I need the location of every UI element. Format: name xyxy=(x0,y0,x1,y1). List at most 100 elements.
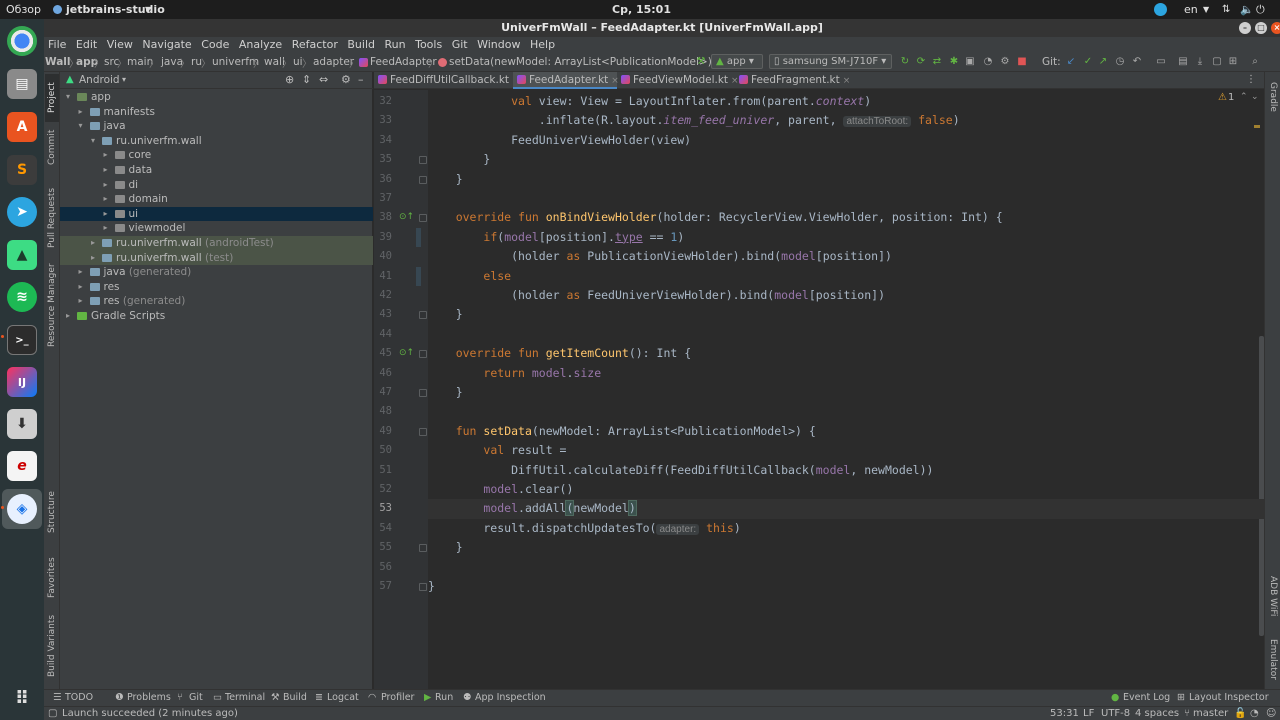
notifications-icon[interactable]: ☺ xyxy=(1266,708,1276,719)
tab-resource-manager[interactable]: Resource Manager xyxy=(45,263,59,347)
status-message[interactable]: Launch succeeded (2 minutes ago) xyxy=(62,708,238,719)
tab-favorites[interactable]: Favorites xyxy=(45,550,59,605)
tool-app-inspection[interactable]: App Inspection xyxy=(475,692,546,703)
expand-arrow-icon[interactable]: ▸ xyxy=(104,163,112,178)
tab-structure[interactable]: Structure xyxy=(45,482,59,542)
select-opened-file-icon[interactable]: ⊕ xyxy=(285,73,294,86)
warning-count[interactable]: 1 xyxy=(1228,92,1234,103)
expand-arrow-icon[interactable]: ▸ xyxy=(104,178,112,193)
fold-marker[interactable] xyxy=(419,389,427,397)
minimize-button[interactable]: – xyxy=(1239,22,1251,34)
tree-java[interactable]: ▾ java xyxy=(60,119,373,134)
tree-di[interactable]: ▸ di xyxy=(60,178,373,193)
tree-manifests[interactable]: ▸ manifests xyxy=(60,105,373,120)
menu-analyze[interactable]: Analyze xyxy=(239,37,282,52)
menu-window[interactable]: Window xyxy=(477,37,520,52)
tree-package[interactable]: ▾ ru.univerfm.wall xyxy=(60,134,373,149)
indent-setting[interactable]: 4 spaces xyxy=(1135,708,1179,719)
tree-core[interactable]: ▸ core xyxy=(60,148,373,163)
git-history-icon[interactable]: ◷ xyxy=(1114,56,1126,68)
expand-arrow-icon[interactable]: ▸ xyxy=(66,309,74,324)
tool-problems[interactable]: Problems xyxy=(127,692,171,703)
profile-icon[interactable]: ◔ xyxy=(982,56,994,68)
expand-arrow-icon[interactable]: ▸ xyxy=(104,148,112,163)
tool-logcat[interactable]: Logcat xyxy=(327,692,359,703)
files-icon[interactable]: ▤ xyxy=(7,69,37,99)
hammer-icon[interactable]: ⚒ xyxy=(695,56,707,68)
run-config-select[interactable]: ▲ app ▾ xyxy=(711,54,763,69)
menu-git[interactable]: Git xyxy=(452,37,468,52)
git-push-icon[interactable]: ↗ xyxy=(1097,56,1109,68)
breadcrumb-project[interactable]: Wall xyxy=(45,56,71,68)
memory-indicator-icon[interactable]: ◔ xyxy=(1250,708,1259,719)
expand-arrow-icon[interactable]: ▸ xyxy=(79,280,87,295)
tree-java-generated[interactable]: ▸ java (generated) xyxy=(60,265,373,280)
tab-pull-requests[interactable]: Pull Requests xyxy=(45,180,59,255)
menu-navigate[interactable]: Navigate xyxy=(142,37,191,52)
tab-build-variants[interactable]: Build Variants xyxy=(45,615,59,677)
expand-arrow-icon[interactable]: ▸ xyxy=(91,251,99,266)
collapse-arrow-icon[interactable]: ▾ xyxy=(91,134,99,149)
tree-package-android-test[interactable]: ▸ ru.univerfm.wall (androidTest) xyxy=(60,236,373,251)
file-encoding[interactable]: UTF-8 xyxy=(1101,708,1130,719)
menu-refactor[interactable]: Refactor xyxy=(292,37,338,52)
menu-help[interactable]: Help xyxy=(530,37,555,52)
project-view-select[interactable]: Android xyxy=(79,74,120,86)
fold-marker[interactable] xyxy=(419,350,427,359)
expand-arrow-icon[interactable]: ▸ xyxy=(91,236,99,251)
collapse-arrow-icon[interactable]: ▾ xyxy=(79,119,87,134)
search-everywhere-icon[interactable]: ⌕ xyxy=(1249,56,1261,68)
collapse-arrow-icon[interactable]: ▾ xyxy=(66,90,74,105)
fold-marker[interactable] xyxy=(419,544,427,553)
menu-edit[interactable]: Edit xyxy=(76,37,97,52)
text-editor-icon[interactable]: e xyxy=(7,451,37,481)
spotify-icon[interactable]: ≋ xyxy=(7,282,37,312)
settings-icon[interactable]: ▭ xyxy=(1155,56,1167,68)
tab-commit[interactable]: Commit xyxy=(45,125,59,170)
git-commit-icon[interactable]: ✓ xyxy=(1082,56,1094,68)
panel-settings-icon[interactable]: ⚙ xyxy=(341,73,351,86)
expand-arrow-icon[interactable]: ▸ xyxy=(104,192,112,207)
clock[interactable]: Ср, 15:01 xyxy=(612,3,671,16)
fold-marker[interactable] xyxy=(419,175,427,184)
sdk-manager-icon[interactable]: ⤓ xyxy=(1194,56,1206,68)
network-icon[interactable]: ⇅ xyxy=(1222,4,1230,15)
tool-profiler[interactable]: Profiler xyxy=(381,692,414,703)
tree-res-generated[interactable]: ▸ res (generated) xyxy=(60,294,373,309)
view-select-chevron-icon[interactable]: ▾ xyxy=(122,75,126,84)
terminal-icon[interactable]: >_ xyxy=(7,325,37,355)
override-icon[interactable]: ⊙↑ xyxy=(399,348,414,358)
software-center-icon[interactable]: A xyxy=(7,112,37,142)
override-icon[interactable]: ⊙↑ xyxy=(399,212,414,222)
tool-terminal[interactable]: Terminal xyxy=(225,692,265,703)
warning-icon[interactable]: ⚠ xyxy=(1218,92,1227,103)
stop-icon[interactable]: ■ xyxy=(1016,56,1028,68)
fold-marker[interactable] xyxy=(419,427,427,436)
device-select[interactable]: ▯ samsung SM-J710F ▾ xyxy=(769,54,892,69)
expand-arrow-icon[interactable]: ▸ xyxy=(104,221,112,236)
fold-marker[interactable] xyxy=(419,156,427,165)
tab-gradle[interactable]: Gradle xyxy=(1266,76,1280,118)
tab-emulator[interactable]: Emulator xyxy=(1266,634,1280,684)
menu-view[interactable]: View xyxy=(107,37,133,52)
prev-warning-icon[interactable]: ⌃ xyxy=(1240,92,1248,102)
attach-debugger-icon[interactable]: ⚙ xyxy=(999,56,1011,68)
rerun-icon[interactable]: ↻ xyxy=(899,56,911,68)
maximize-button[interactable]: □ xyxy=(1255,22,1267,34)
hide-panel-icon[interactable]: – xyxy=(358,73,364,86)
power-icon[interactable]: ⏻ xyxy=(1256,3,1265,17)
installer-icon[interactable]: ⬇ xyxy=(7,409,37,439)
tool-run[interactable]: Run xyxy=(435,692,453,703)
volume-icon[interactable]: 🔈 xyxy=(1240,3,1254,16)
tool-layout-inspector[interactable]: Layout Inspector xyxy=(1189,692,1269,703)
tab-feed-adapter[interactable]: FeedAdapter.kt × xyxy=(513,72,619,89)
fold-marker[interactable] xyxy=(419,214,427,223)
android-studio-icon[interactable]: ◈ xyxy=(7,494,37,524)
tree-gradle-scripts[interactable]: ▸ Gradle Scripts xyxy=(60,309,373,324)
avd-manager-icon[interactable]: ▤ xyxy=(1177,56,1189,68)
fold-marker[interactable] xyxy=(419,311,427,320)
git-branch[interactable]: master xyxy=(1193,708,1228,719)
tab-adb-wifi[interactable]: ADB WiFi xyxy=(1266,572,1280,620)
layout-inspector-icon[interactable]: ⊞ xyxy=(1227,56,1239,68)
vertical-scrollbar[interactable] xyxy=(1259,336,1264,636)
